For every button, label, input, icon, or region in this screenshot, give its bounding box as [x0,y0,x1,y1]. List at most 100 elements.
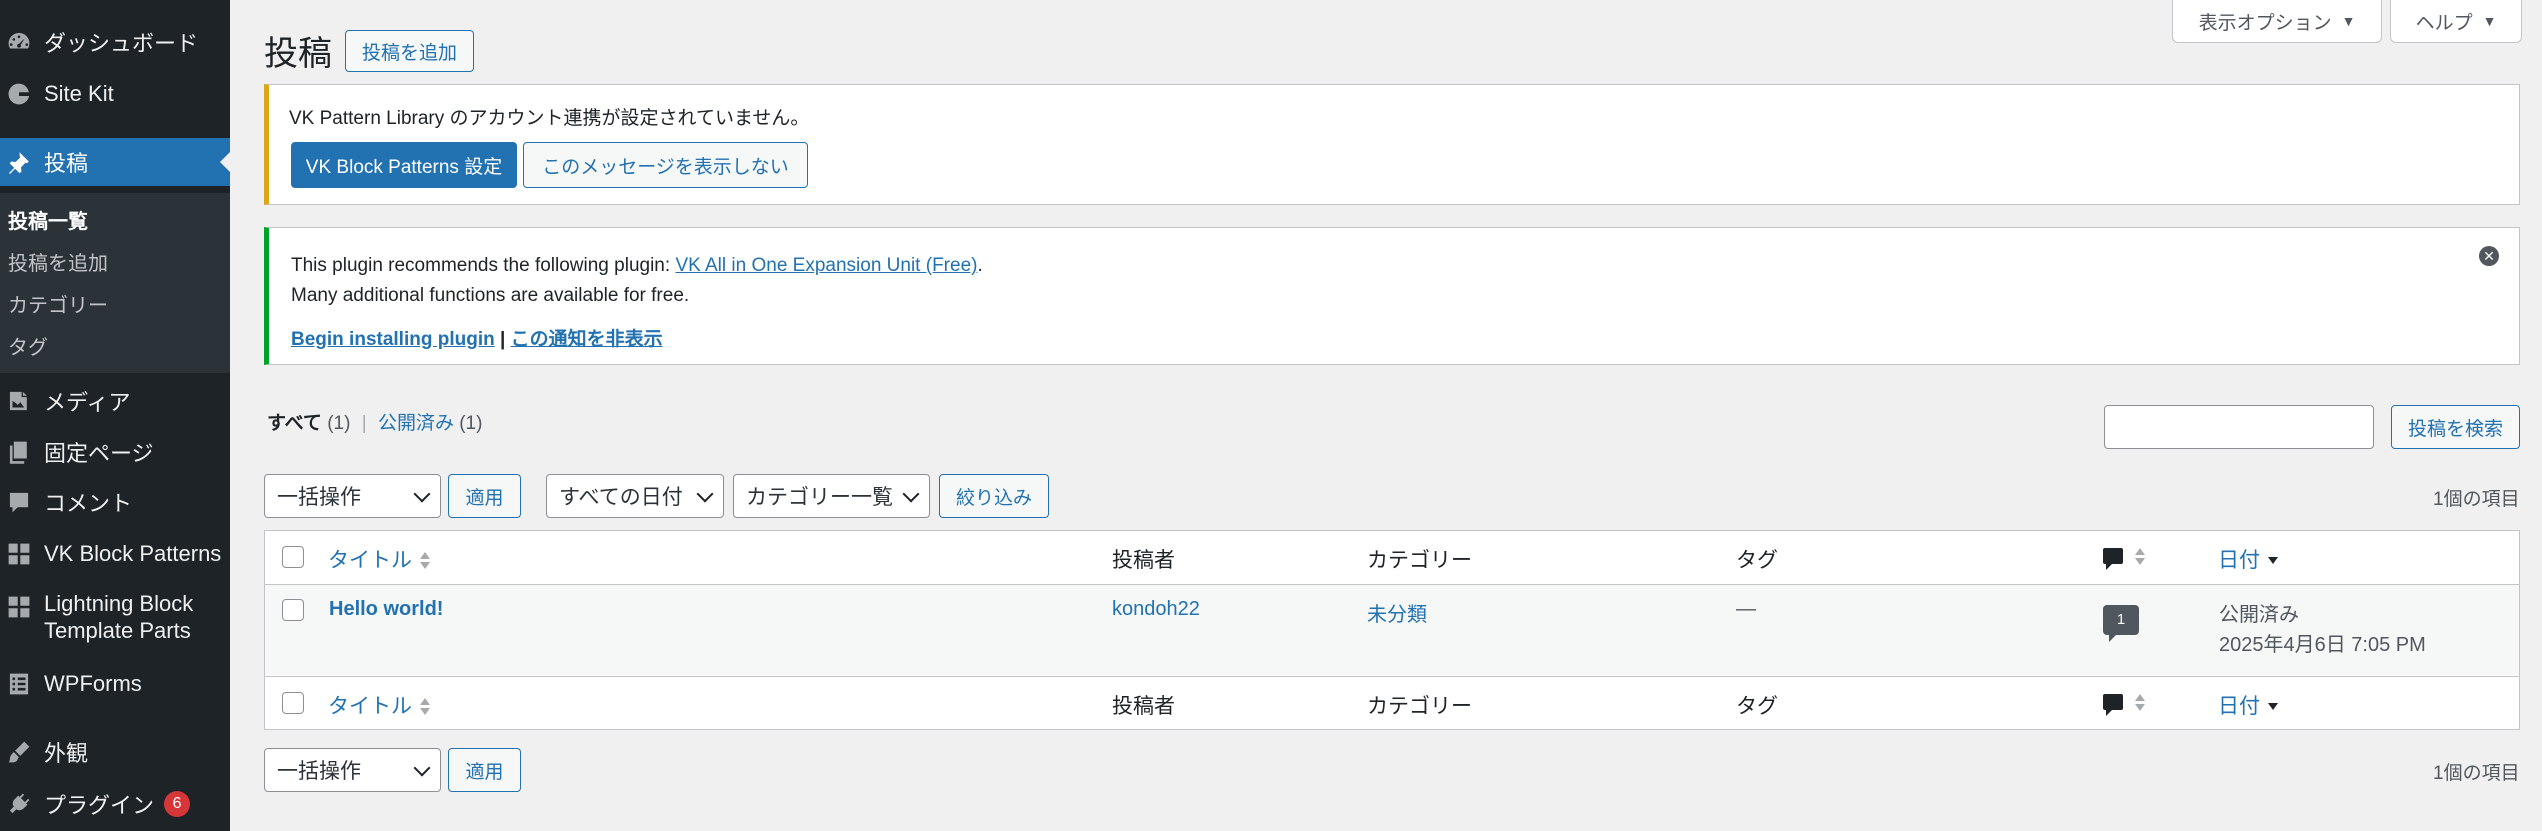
row-checkbox[interactable] [282,599,304,621]
dismiss-notice-link[interactable]: この通知を非表示 [511,329,663,350]
page-title: 投稿 [264,35,332,73]
pushpin-icon [4,147,34,177]
menu-posts[interactable]: 投稿 [0,138,230,186]
comment-count-bubble[interactable]: 1 [2103,605,2139,642]
column-title-sort[interactable]: タイトル [328,690,430,720]
close-icon[interactable]: ✕ [2479,246,2499,266]
items-count-bottom: 1個の項目 [2433,763,2520,784]
posts-submenu: 投稿一覧 投稿を追加 カテゴリー タグ [0,193,230,373]
column-author: 投稿者 [1112,695,1175,718]
menu-pages[interactable]: 固定ページ [0,432,230,472]
submenu-tags[interactable]: タグ [8,331,48,360]
page-icon [4,437,34,467]
chevron-down-icon [902,485,920,503]
search-posts-button[interactable]: 投稿を検索 [2391,405,2520,449]
select-all-checkbox[interactable] [282,546,304,568]
help-tab[interactable]: ヘルプ ▼ [2390,0,2522,43]
menu-comments[interactable]: コメント [0,482,230,522]
apply-button-top[interactable]: 適用 [448,474,521,518]
hide-message-button[interactable]: このメッセージを表示しない [523,142,808,188]
column-date-sort[interactable]: 日付 [2218,690,2278,720]
brush-icon [4,737,34,767]
notice-text-line1: This plugin recommends the following plu… [291,255,983,277]
post-status: 公開済み [2219,604,2299,626]
column-title-sort[interactable]: タイトル [328,544,430,574]
begin-installing-link[interactable]: Begin installing plugin [291,329,495,350]
submenu-categories[interactable]: カテゴリー [8,289,108,318]
submenu-all-posts[interactable]: 投稿一覧 [8,205,88,234]
menu-appearance[interactable]: 外観 [0,732,230,772]
submenu-add-post[interactable]: 投稿を追加 [8,247,108,276]
column-title-label: タイトル [328,695,412,718]
menu-dashboard[interactable]: ダッシュボード [0,22,230,62]
post-category-link[interactable]: 未分類 [1367,598,1427,627]
column-date-label: 日付 [2218,549,2260,572]
notice-actions: Begin installing plugin | この通知を非表示 [291,324,663,351]
menu-label: 外観 [44,741,89,766]
sort-icon[interactable] [2135,547,2145,567]
items-count-top: 1個の項目 [2433,489,2520,510]
notice-text-line2: Many additional functions are available … [291,285,690,306]
plugin-recommendation-notice: This plugin recommends the following plu… [264,227,2520,365]
post-author-link[interactable]: kondoh22 [1112,598,1200,621]
comment-icon[interactable] [2103,694,2123,716]
column-tags: タグ [1736,549,1778,572]
menu-vk-block-patterns[interactable]: VK Block Patterns [0,534,230,574]
post-title-link[interactable]: Hello world! [329,598,443,621]
add-new-post-button[interactable]: 投稿を追加 [345,30,474,72]
admin-sidebar: ダッシュボード Site Kit 投稿 投稿一覧 投稿を追加 カテゴリー タグ … [0,0,230,831]
comment-icon [4,487,34,517]
category-filter-select[interactable]: カテゴリー一覧 [733,474,930,518]
menu-site-kit[interactable]: Site Kit [0,74,230,114]
comment-icon[interactable] [2103,548,2123,570]
view-separator: | [361,413,367,434]
view-published-link[interactable]: 公開済み [378,413,454,434]
bulk-action-select-top[interactable]: 一括操作 [264,474,441,518]
bulk-action-value: 一括操作 [277,760,361,783]
column-title-label: タイトル [328,549,412,572]
menu-label-line2: Template Parts [44,618,191,643]
sort-icon[interactable] [2135,693,2145,713]
menu-lightning-template-parts[interactable]: Lightning Block Template Parts [0,590,230,650]
post-tags: — [1736,598,1756,620]
posts-table: タイトル 投稿者 カテゴリー タグ 日付 Hello world! kondoh… [264,530,2520,730]
menu-label: ダッシュボード [44,31,199,56]
chevron-down-icon [413,485,431,503]
table-footer: タイトル 投稿者 カテゴリー タグ 日付 [265,676,2519,730]
date-filter-value: すべての日付 [559,486,683,509]
menu-wpforms[interactable]: WPForms [0,664,230,704]
menu-media[interactable]: メディア [0,381,230,421]
menu-label: Site Kit [44,81,114,106]
screen-options-tab[interactable]: 表示オプション ▼ [2172,0,2382,43]
dashboard-icon [4,27,34,57]
menu-plugins[interactable]: プラグイン 6 [0,784,230,824]
grid-icon [4,539,34,569]
chevron-down-icon [413,759,431,777]
apply-button-bottom[interactable]: 適用 [448,748,521,792]
screen-options-label: 表示オプション [2198,12,2332,34]
sort-desc-icon [2268,697,2278,717]
menu-label: プラグイン [44,793,155,818]
current-menu-arrow [220,152,230,172]
grid-icon [4,592,34,622]
post-search-input[interactable] [2104,405,2374,449]
category-filter-value: カテゴリー一覧 [746,486,893,509]
menu-label: メディア [44,390,131,415]
view-all-count: (1) [327,413,351,434]
triangle-down-icon: ▼ [2341,13,2356,29]
filter-button[interactable]: 絞り込み [939,474,1049,518]
help-label: ヘルプ [2415,12,2473,34]
bulk-action-select-bottom[interactable]: 一括操作 [264,748,441,792]
select-all-checkbox[interactable] [282,692,304,714]
menu-label: WPForms [44,671,142,696]
view-all-label[interactable]: すべて [267,413,322,434]
column-tags: タグ [1736,695,1778,718]
recommended-plugin-link[interactable]: VK All in One Expansion Unit (Free) [675,255,977,276]
date-filter-select[interactable]: すべての日付 [546,474,724,518]
column-date-sort[interactable]: 日付 [2218,544,2278,574]
form-icon [4,669,34,699]
chevron-down-icon [696,485,714,503]
update-count-badge: 6 [164,791,191,817]
sort-icon [420,697,430,717]
vk-block-patterns-settings-button[interactable]: VK Block Patterns 設定 [291,142,517,188]
